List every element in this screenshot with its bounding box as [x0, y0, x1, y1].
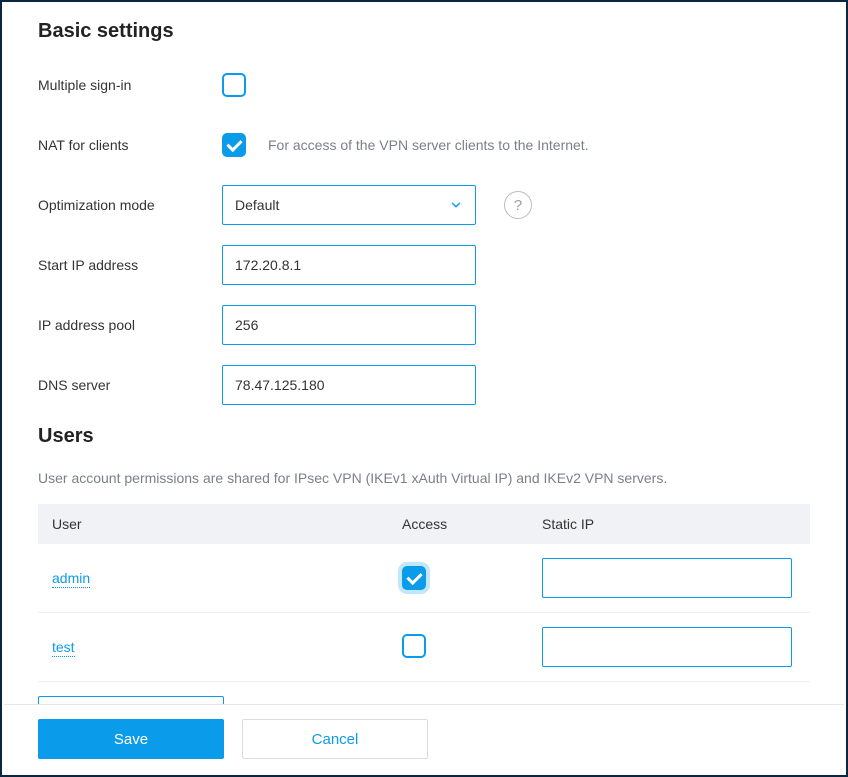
static-ip-input[interactable] — [542, 558, 792, 598]
users-desc: User account permissions are shared for … — [38, 470, 810, 486]
table-row: test — [38, 613, 810, 682]
chevron-down-icon — [449, 198, 463, 212]
users-title: Users — [38, 425, 810, 448]
help-icon[interactable]: ? — [504, 191, 532, 219]
access-checkbox[interactable] — [402, 634, 426, 658]
start-ip-input[interactable] — [222, 245, 476, 285]
nat-for-clients-hint: For access of the VPN server clients to … — [268, 137, 589, 153]
multiple-signin-label: Multiple sign-in — [38, 77, 222, 93]
dns-server-input[interactable] — [222, 365, 476, 405]
footer-bar: Save Cancel — [4, 704, 844, 773]
table-row: admin — [38, 544, 810, 613]
users-table: User Access Static IP admin test — [38, 504, 810, 682]
nat-for-clients-checkbox[interactable] — [222, 133, 246, 157]
basic-settings-title: Basic settings — [38, 20, 810, 43]
optimization-mode-value: Default — [235, 197, 279, 213]
optimization-mode-select[interactable]: Default — [222, 185, 476, 225]
users-col-access: Access — [388, 504, 528, 544]
start-ip-label: Start IP address — [38, 257, 222, 273]
multiple-signin-checkbox[interactable] — [222, 73, 246, 97]
users-col-static: Static IP — [528, 504, 810, 544]
nat-for-clients-label: NAT for clients — [38, 137, 222, 153]
optimization-mode-label: Optimization mode — [38, 197, 222, 213]
dns-server-label: DNS server — [38, 377, 222, 393]
save-button[interactable]: Save — [38, 719, 224, 759]
access-checkbox[interactable] — [402, 566, 426, 590]
static-ip-input[interactable] — [542, 627, 792, 667]
user-link[interactable]: admin — [52, 570, 90, 588]
users-col-user: User — [38, 504, 388, 544]
cancel-button[interactable]: Cancel — [242, 719, 428, 759]
ip-pool-label: IP address pool — [38, 317, 222, 333]
user-link[interactable]: test — [52, 639, 75, 657]
ip-pool-input[interactable] — [222, 305, 476, 345]
